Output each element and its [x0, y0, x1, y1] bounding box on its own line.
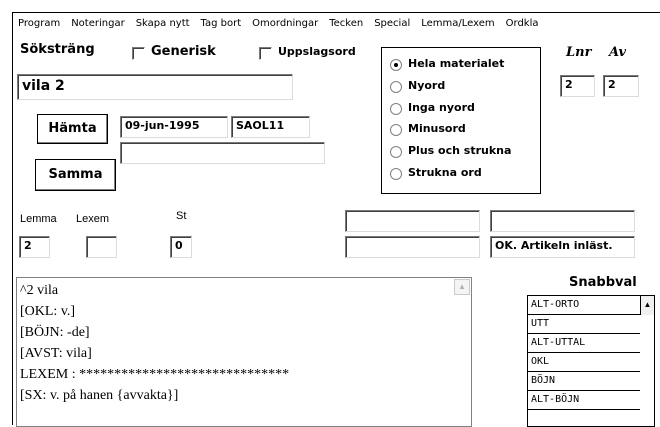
radio-label-nyord: Nyord: [408, 79, 446, 92]
article-line: LEXEM : ******************************: [20, 367, 290, 382]
status-field-1[interactable]: [345, 210, 480, 232]
radio-label-plus-och-strukna: Plus och strukna: [408, 144, 512, 157]
hamta-button[interactable]: Hämta: [37, 114, 108, 144]
radio-inga-nyord[interactable]: [390, 103, 402, 115]
menu-ordklass[interactable]: Ordkla: [501, 18, 545, 29]
snabbval-title: Snabbval: [569, 275, 637, 290]
snabbval-item-utt[interactable]: UTT: [528, 315, 640, 334]
snabbval-item-bojn[interactable]: BÖJN: [528, 372, 640, 391]
lemma-label: Lemma: [20, 213, 57, 225]
snabbval-item-okl[interactable]: OKL: [528, 353, 640, 372]
menu-lemma-lexem[interactable]: Lemma/Lexem: [416, 18, 500, 29]
source-field[interactable]: SAOL11: [231, 116, 310, 138]
snabbval-item-alt-bojn[interactable]: ALT-BÖJN: [528, 391, 640, 410]
uppslagsord-checkbox[interactable]: [259, 47, 272, 60]
radio-strukna-ord[interactable]: [390, 168, 402, 180]
samma-button[interactable]: Samma: [35, 159, 116, 191]
radio-hela-materialet[interactable]: [390, 59, 402, 71]
menu-tecken[interactable]: Tecken: [324, 18, 369, 29]
article-line: [BÖJN: -de]: [20, 325, 90, 340]
menu-tag-bort[interactable]: Tag bort: [196, 18, 248, 29]
status-field-2[interactable]: [490, 210, 635, 232]
snabbval-list[interactable]: ALT-ORTO UTT ALT-UTTAL OKL BÖJN ALT-BÖJN…: [527, 295, 655, 427]
radio-label-inga-nyord: Inga nyord: [408, 101, 475, 114]
article-line: ^2 vila: [20, 283, 59, 298]
generisk-label: Generisk: [151, 44, 216, 59]
status-field-3[interactable]: [345, 236, 480, 258]
radio-label-strukna-ord: Strukna ord: [408, 166, 482, 179]
extra-field[interactable]: [120, 142, 325, 164]
lexem-field[interactable]: [86, 236, 117, 258]
status-message: OK. Artikeln inläst.: [490, 236, 635, 258]
radio-label-minusord: Minusord: [408, 122, 466, 135]
snabbval-scroll-up-icon[interactable]: ▲: [640, 296, 654, 315]
lnr-field[interactable]: 2: [560, 75, 595, 97]
date-field[interactable]: 09-jun-1995: [120, 116, 228, 138]
radio-label-hela-materialet: Hela materialet: [408, 57, 505, 70]
menu-omordningar[interactable]: Omordningar: [247, 18, 324, 29]
av-label: Av: [609, 45, 627, 60]
menu-skapa-nytt[interactable]: Skapa nytt: [131, 18, 196, 29]
radio-plus-och-strukna[interactable]: [390, 146, 402, 158]
radio-minusord[interactable]: [390, 124, 402, 136]
article-line: [AVST: vila]: [20, 346, 92, 361]
av-field[interactable]: 2: [603, 75, 639, 97]
article-line: [OKL: v.]: [20, 304, 76, 319]
search-input[interactable]: vila 2: [17, 74, 293, 100]
article-scroll-up-icon[interactable]: ▲: [454, 279, 470, 295]
lemma-field[interactable]: 2: [19, 236, 50, 258]
radio-nyord[interactable]: [390, 81, 402, 93]
snabbval-item-alt-orto[interactable]: ALT-ORTO: [528, 296, 640, 315]
menu-noteringar[interactable]: Noteringar: [66, 18, 131, 29]
snabbval-item-alt-uttal[interactable]: ALT-UTTAL: [528, 334, 640, 353]
st-field[interactable]: 0: [170, 236, 192, 258]
st-label: St: [176, 210, 187, 222]
generisk-checkbox[interactable]: [132, 47, 145, 60]
uppslagsord-label: Uppslagsord: [278, 45, 356, 58]
article-text-area[interactable]: ^2 vila [OKL: v.] [BÖJN: -de] [AVST: vil…: [16, 277, 472, 427]
menu-program[interactable]: Program: [13, 18, 66, 29]
menu-bar: Program Noteringar Skapa nytt Tag bort Omord…: [13, 13, 660, 35]
lnr-label: Lnr: [566, 45, 592, 60]
lexem-label: Lexem: [76, 213, 110, 225]
article-line: [SX: v. på hanen {avvakta}]: [20, 388, 179, 403]
menu-special[interactable]: Special: [369, 18, 416, 29]
search-label: Söksträng: [20, 42, 95, 57]
